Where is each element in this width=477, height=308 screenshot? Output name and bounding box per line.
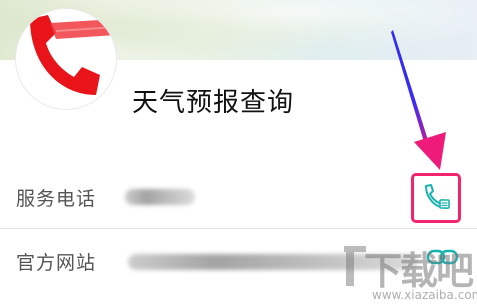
phone-handset-logo-icon — [16, 9, 116, 109]
avatar — [16, 9, 116, 109]
website-label: 官方网站 — [16, 252, 97, 274]
phone-icon — [425, 184, 450, 209]
watermark: 下载吧 www.xiazaiba.com — [340, 238, 477, 308]
app-title: 天气预报查询 — [132, 88, 295, 118]
watermark-url: www.xiazaiba.com — [372, 288, 477, 302]
service-phone-value-redacted — [125, 189, 195, 205]
service-phone-label: 服务电话 — [16, 188, 97, 210]
call-button[interactable] — [411, 173, 461, 223]
watermark-text: 下载吧 — [364, 249, 474, 293]
service-phone-row: 服务电话 — [0, 165, 477, 229]
